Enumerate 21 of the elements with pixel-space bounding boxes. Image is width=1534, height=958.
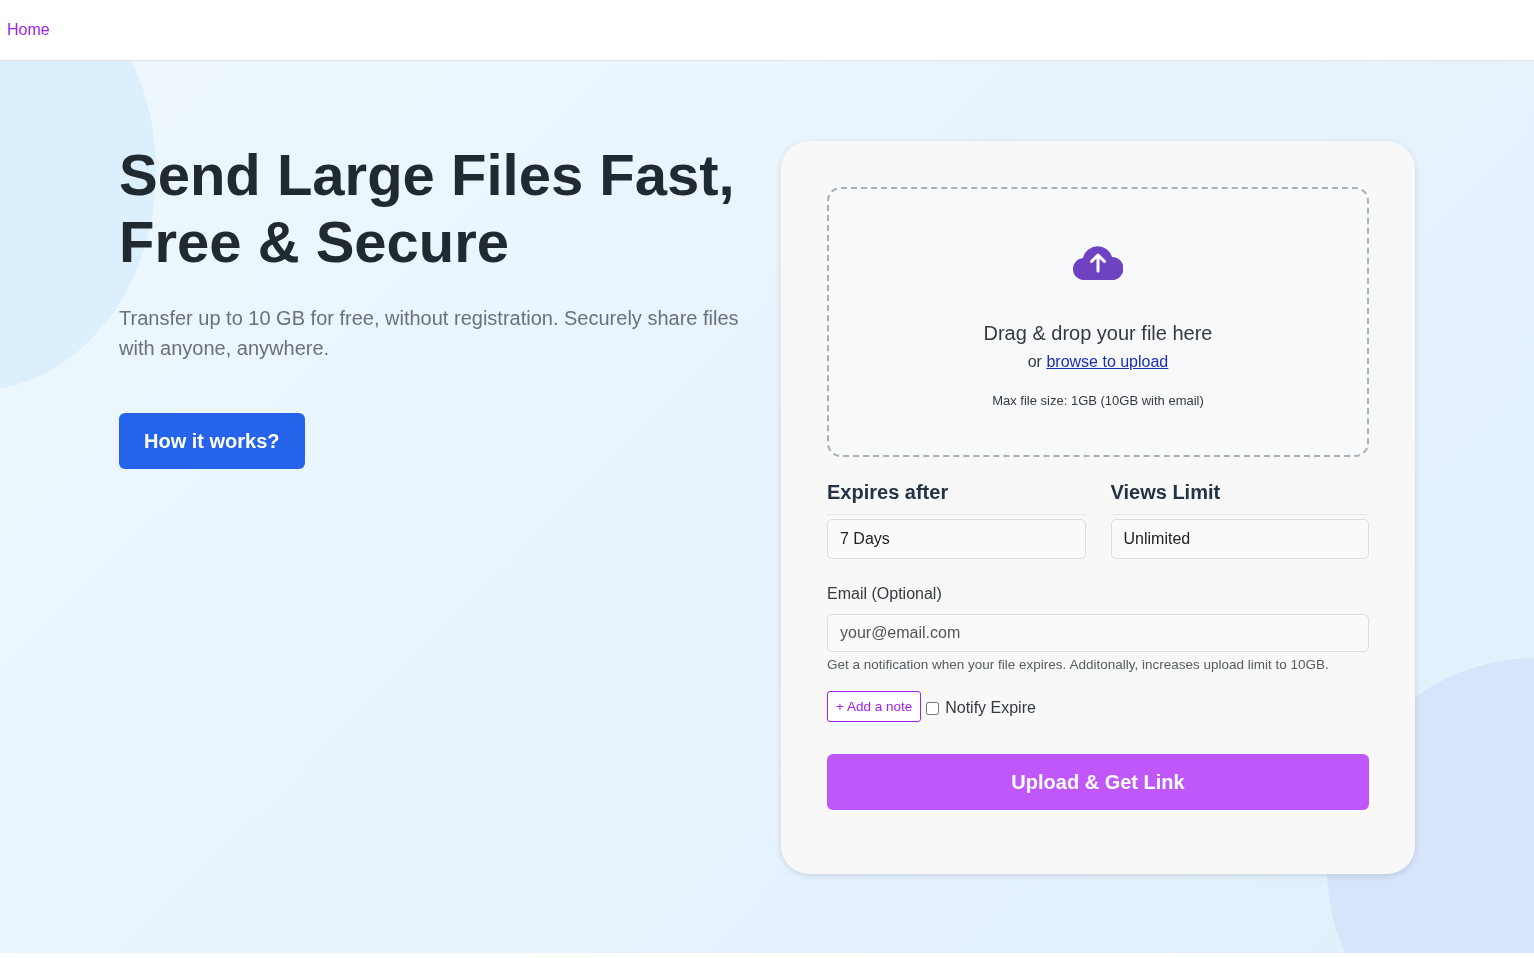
hero-subtitle: Transfer up to 10 GB for free, without registration. Securely share files with anyone, anywhere.: [119, 306, 740, 361]
drop-zone[interactable]: Drag & drop your file here or browse to upload Max file size: 1GB (10GB with email): [827, 187, 1369, 457]
cloud-upload-icon: [1073, 244, 1123, 280]
file-size-limit: Max file size: 1GB (10GB with email): [992, 393, 1204, 408]
email-hint: Get a notification when your file expires. Additonally, increases upload limit to 10GB.: [827, 657, 1330, 672]
or-text: or: [1027, 353, 1042, 370]
select-label: Views Limit: [1110, 481, 1369, 515]
how-it-works-button[interactable]: How it works?: [119, 413, 305, 469]
notify-checkbox[interactable]: [926, 701, 940, 715]
home-link[interactable]: Home: [7, 21, 50, 39]
hero-title: Send Large Files Fast, Free & Secure: [119, 141, 736, 275]
select-label: Expires after: [827, 481, 1086, 515]
notify-label: Notify Expire: [945, 699, 1036, 717]
browse-link[interactable]: browse to upload: [1046, 353, 1169, 370]
drop-heading: Drag & drop your file here: [983, 322, 1213, 345]
select-field[interactable]: 7 Days: [827, 519, 1086, 559]
upload-button[interactable]: Upload & Get Link: [827, 754, 1369, 810]
email-label: Email (Optional): [827, 585, 943, 603]
add-note-button[interactable]: + Add a note: [827, 691, 922, 722]
select-field[interactable]: Unlimited: [1110, 519, 1369, 559]
email-field[interactable]: your@email.com: [827, 614, 1369, 652]
